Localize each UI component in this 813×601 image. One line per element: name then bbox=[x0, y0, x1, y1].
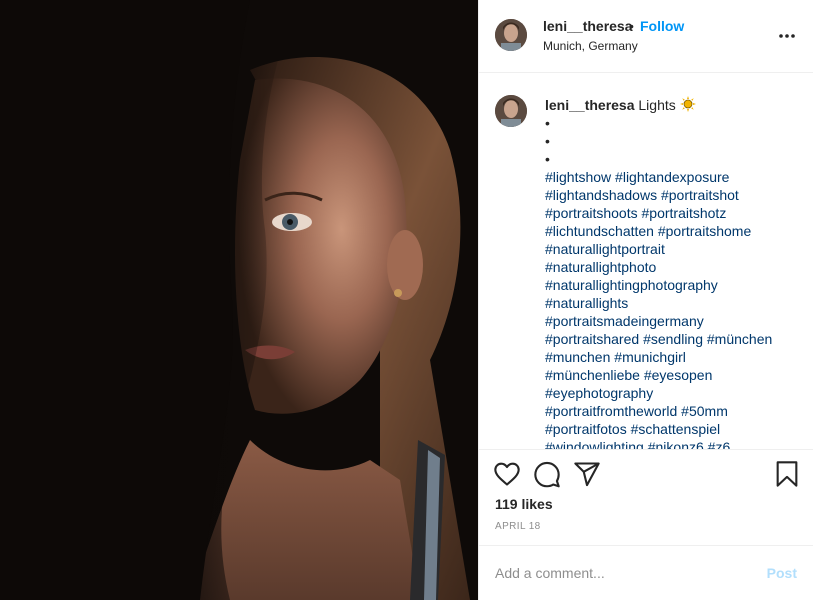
caption-bullet: • bbox=[545, 151, 550, 167]
post-photo[interactable] bbox=[0, 0, 478, 600]
hashtag-link[interactable]: #naturallights bbox=[545, 295, 628, 311]
hashtag-link[interactable]: #naturallightingphotography bbox=[545, 277, 718, 293]
action-bar bbox=[479, 450, 813, 500]
hashtag-link[interactable]: #naturallightportrait bbox=[545, 241, 665, 257]
hashtag-link[interactable]: #portraitshoots bbox=[545, 205, 638, 221]
comment-input[interactable] bbox=[495, 563, 745, 583]
post-button[interactable]: Post bbox=[767, 565, 797, 581]
avatar[interactable] bbox=[495, 95, 527, 127]
caption-username[interactable]: leni__theresa bbox=[545, 97, 635, 113]
hashtag-link[interactable]: #munchen bbox=[545, 349, 610, 365]
hashtag-link[interactable]: #münchenliebe bbox=[545, 367, 640, 383]
heart-icon[interactable] bbox=[493, 460, 521, 488]
bookmark-icon[interactable] bbox=[773, 460, 801, 488]
comments-area[interactable]: leni__theresa Lights • • • #lightshow #l… bbox=[479, 73, 813, 450]
caption-text: Lights bbox=[638, 97, 676, 113]
hashtag-link[interactable]: #sendling bbox=[643, 331, 703, 347]
add-comment-bar: Post bbox=[479, 545, 813, 601]
caption-bullet: • bbox=[545, 115, 550, 131]
hashtag-link[interactable]: #naturallightphoto bbox=[545, 259, 656, 275]
hashtag-link[interactable]: #portraitsmadeingermany bbox=[545, 313, 704, 329]
hashtag-link[interactable]: #portraitshared bbox=[545, 331, 639, 347]
share-icon[interactable] bbox=[573, 460, 601, 488]
portrait-image bbox=[0, 0, 478, 600]
hashtag-link[interactable]: #munichgirl bbox=[614, 349, 686, 365]
hashtag-link[interactable]: #portraitfromtheworld bbox=[545, 403, 677, 419]
more-horizontal-icon[interactable] bbox=[777, 26, 797, 46]
sun-emoji-icon bbox=[679, 96, 696, 112]
caption: leni__theresa Lights • • • #lightshow #l… bbox=[545, 96, 805, 449]
hashtag-link[interactable]: #münchen bbox=[707, 331, 772, 347]
hashtag-link[interactable]: #portraitshot bbox=[661, 187, 739, 203]
hashtag-link[interactable]: #portraitshome bbox=[658, 223, 751, 239]
location-link[interactable]: Munich, Germany bbox=[543, 39, 638, 53]
hashtag-link[interactable]: #lichtundschatten bbox=[545, 223, 654, 239]
avatar[interactable] bbox=[495, 19, 527, 51]
caption-bullet: • bbox=[545, 133, 550, 149]
post-panel: leni__theresa • Follow Munich, Germany l… bbox=[478, 0, 813, 600]
post-date: APRIL 18 bbox=[495, 521, 541, 532]
hashtag-link[interactable]: #schattenspiel bbox=[631, 421, 721, 437]
post-header: leni__theresa • Follow Munich, Germany bbox=[479, 0, 813, 73]
likes-count[interactable]: 119 likes bbox=[495, 496, 553, 512]
hashtag-link[interactable]: #lightandshadows bbox=[545, 187, 657, 203]
instagram-post: leni__theresa • Follow Munich, Germany l… bbox=[0, 0, 813, 600]
hashtag-link[interactable]: #lightandexposure bbox=[615, 169, 729, 185]
hashtag-link[interactable]: #eyesopen bbox=[644, 367, 713, 383]
hashtag-link[interactable]: #portraitshotz bbox=[642, 205, 727, 221]
avatar-image bbox=[495, 19, 527, 51]
hashtag-link[interactable]: #z6 bbox=[708, 439, 731, 449]
avatar-image bbox=[495, 95, 527, 127]
hashtag-link[interactable]: #windowlighting bbox=[545, 439, 644, 449]
username-link[interactable]: leni__theresa bbox=[543, 18, 633, 34]
comment-icon[interactable] bbox=[533, 460, 561, 488]
hashtag-link[interactable]: #portraitfotos bbox=[545, 421, 627, 437]
follow-button[interactable]: Follow bbox=[640, 18, 684, 34]
hashtag-list: #lightshow #lightandexposure #lightandsh… bbox=[545, 168, 805, 449]
hashtag-link[interactable]: #50mm bbox=[681, 403, 728, 419]
separator-dot: • bbox=[629, 18, 634, 34]
hashtag-link[interactable]: #eyephotography bbox=[545, 385, 653, 401]
hashtag-link[interactable]: #nikonz6 bbox=[648, 439, 704, 449]
hashtag-link[interactable]: #lightshow bbox=[545, 169, 611, 185]
